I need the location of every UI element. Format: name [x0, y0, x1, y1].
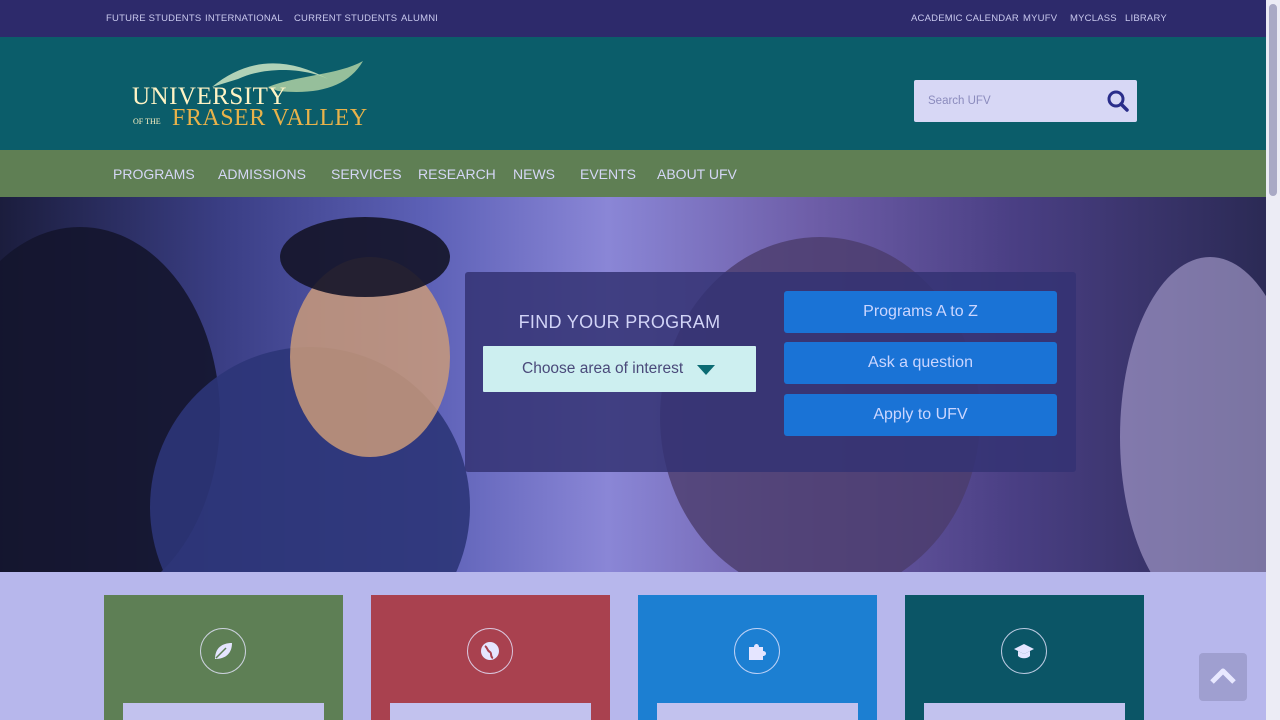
- tile-graduation[interactable]: [905, 595, 1144, 720]
- tile-globe[interactable]: [371, 595, 610, 720]
- tile-label-bar: [123, 703, 324, 720]
- scrollbar-thumb[interactable]: [1269, 4, 1277, 196]
- search-input[interactable]: [914, 80, 1104, 122]
- link-myufv[interactable]: MYUFV: [1023, 13, 1057, 24]
- find-program-panel: FIND YOUR PROGRAM Choose area of interes…: [465, 272, 1076, 472]
- nav-item-research[interactable]: RESEARCH: [418, 166, 496, 182]
- tile-label-bar: [390, 703, 591, 720]
- tile-icon-circle: [200, 628, 246, 674]
- tile-label-bar: [924, 703, 1125, 720]
- search-box: [914, 80, 1137, 122]
- tile-icon-circle: [467, 628, 513, 674]
- search-icon[interactable]: [1105, 88, 1131, 114]
- caret-down-icon: [697, 365, 715, 375]
- link-alumni[interactable]: ALUMNI: [401, 13, 438, 24]
- link-library[interactable]: LIBRARY: [1125, 13, 1167, 24]
- link-international[interactable]: INTERNATIONAL: [205, 13, 283, 24]
- page-scrollbar[interactable]: [1266, 0, 1280, 720]
- puzzle-icon: [749, 644, 766, 660]
- hero-banner: FIND YOUR PROGRAM Choose area of interes…: [0, 197, 1266, 572]
- area-of-interest-select[interactable]: Choose area of interest: [483, 346, 756, 392]
- link-academic-calendar[interactable]: ACADEMIC CALENDAR: [911, 13, 1019, 24]
- tile-leaf[interactable]: [104, 595, 343, 720]
- apply-to-ufv-button[interactable]: Apply to UFV: [784, 394, 1057, 436]
- nav-item-programs[interactable]: PROGRAMS: [113, 166, 195, 182]
- nav-item-about-ufv[interactable]: ABOUT UFV: [657, 166, 737, 182]
- select-label: Choose area of interest: [522, 360, 684, 377]
- tile-label-bar: [657, 703, 858, 720]
- nav-item-admissions[interactable]: ADMISSIONS: [218, 166, 306, 182]
- logo-text-fraser-valley: FRASER VALLEY: [172, 105, 368, 131]
- main-nav: PROGRAMS ADMISSIONS SERVICES RESEARCH NE…: [0, 150, 1266, 197]
- leaf-icon: [215, 643, 232, 659]
- nav-item-services[interactable]: SERVICES: [331, 166, 402, 182]
- logo-text-of-the: OF THE: [133, 117, 161, 126]
- tile-puzzle[interactable]: [638, 595, 877, 720]
- nav-item-events[interactable]: EVENTS: [580, 166, 636, 182]
- tile-icon-circle: [734, 628, 780, 674]
- nav-item-news[interactable]: NEWS: [513, 166, 555, 182]
- link-myclass[interactable]: MYCLASS: [1070, 13, 1117, 24]
- tile-icon-circle: [1001, 628, 1047, 674]
- globe-icon: [481, 642, 499, 660]
- back-to-top-button[interactable]: [1199, 653, 1247, 701]
- programs-a-to-z-button[interactable]: Programs A to Z: [784, 291, 1057, 333]
- link-current-students[interactable]: CURRENT STUDENTS: [294, 13, 397, 24]
- site-header: UNIVERSITY OF THE FRASER VALLEY: [0, 37, 1266, 150]
- chevron-up-icon: [1210, 668, 1236, 684]
- ufv-logo[interactable]: UNIVERSITY OF THE FRASER VALLEY: [128, 57, 368, 137]
- graduation-cap-icon: [1014, 644, 1034, 659]
- utility-bar: FUTURE STUDENTS INTERNATIONAL CURRENT ST…: [0, 0, 1266, 37]
- link-future-students[interactable]: FUTURE STUDENTS: [106, 13, 201, 24]
- find-program-heading: FIND YOUR PROGRAM: [518, 312, 721, 332]
- ask-a-question-button[interactable]: Ask a question: [784, 342, 1057, 384]
